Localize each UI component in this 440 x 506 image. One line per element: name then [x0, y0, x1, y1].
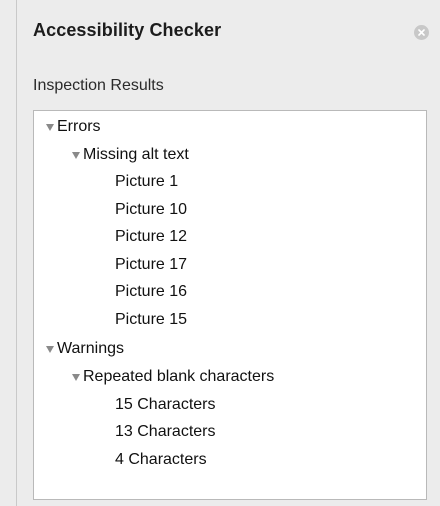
tree-item-picture[interactable]: Picture 1 — [115, 169, 178, 195]
disclosure-triangle-icon[interactable] — [46, 345, 54, 353]
disclosure-triangle-icon[interactable] — [72, 373, 80, 381]
tree-node-repeated-blank-characters[interactable]: Repeated blank characters — [72, 364, 274, 390]
disclosure-triangle-icon[interactable] — [46, 123, 54, 131]
tree-item-picture[interactable]: Picture 17 — [115, 252, 187, 278]
inspection-results-tree[interactable]: Errors Missing alt text Picture 1 Pictur… — [33, 110, 427, 500]
tree-node-warnings[interactable]: Warnings — [46, 336, 124, 362]
tree-item-picture[interactable]: Picture 15 — [115, 307, 187, 333]
tree-node-missing-alt-text[interactable]: Missing alt text — [72, 142, 189, 168]
close-button[interactable] — [414, 25, 429, 40]
disclosure-triangle-icon[interactable] — [72, 151, 80, 159]
tree-node-errors[interactable]: Errors — [46, 114, 101, 140]
pane-divider — [16, 0, 17, 506]
tree-item-characters[interactable]: 15 Characters — [115, 392, 216, 418]
tree-item-characters[interactable]: 13 Characters — [115, 419, 216, 445]
tree-item-characters[interactable]: 4 Characters — [115, 447, 207, 473]
tree-node-label: Errors — [57, 118, 101, 135]
accessibility-checker-pane: Accessibility Checker Inspection Results… — [0, 0, 440, 506]
tree-item-picture[interactable]: Picture 16 — [115, 279, 187, 305]
tree-node-label: Warnings — [57, 340, 124, 357]
panel-title: Accessibility Checker — [33, 20, 222, 40]
inspection-results-label: Inspection Results — [33, 77, 164, 94]
close-icon — [418, 29, 425, 36]
tree-node-label: Repeated blank characters — [83, 368, 275, 385]
tree-node-label: Missing alt text — [83, 146, 189, 163]
tree-item-picture[interactable]: Picture 10 — [115, 197, 187, 223]
tree-item-picture[interactable]: Picture 12 — [115, 224, 187, 250]
